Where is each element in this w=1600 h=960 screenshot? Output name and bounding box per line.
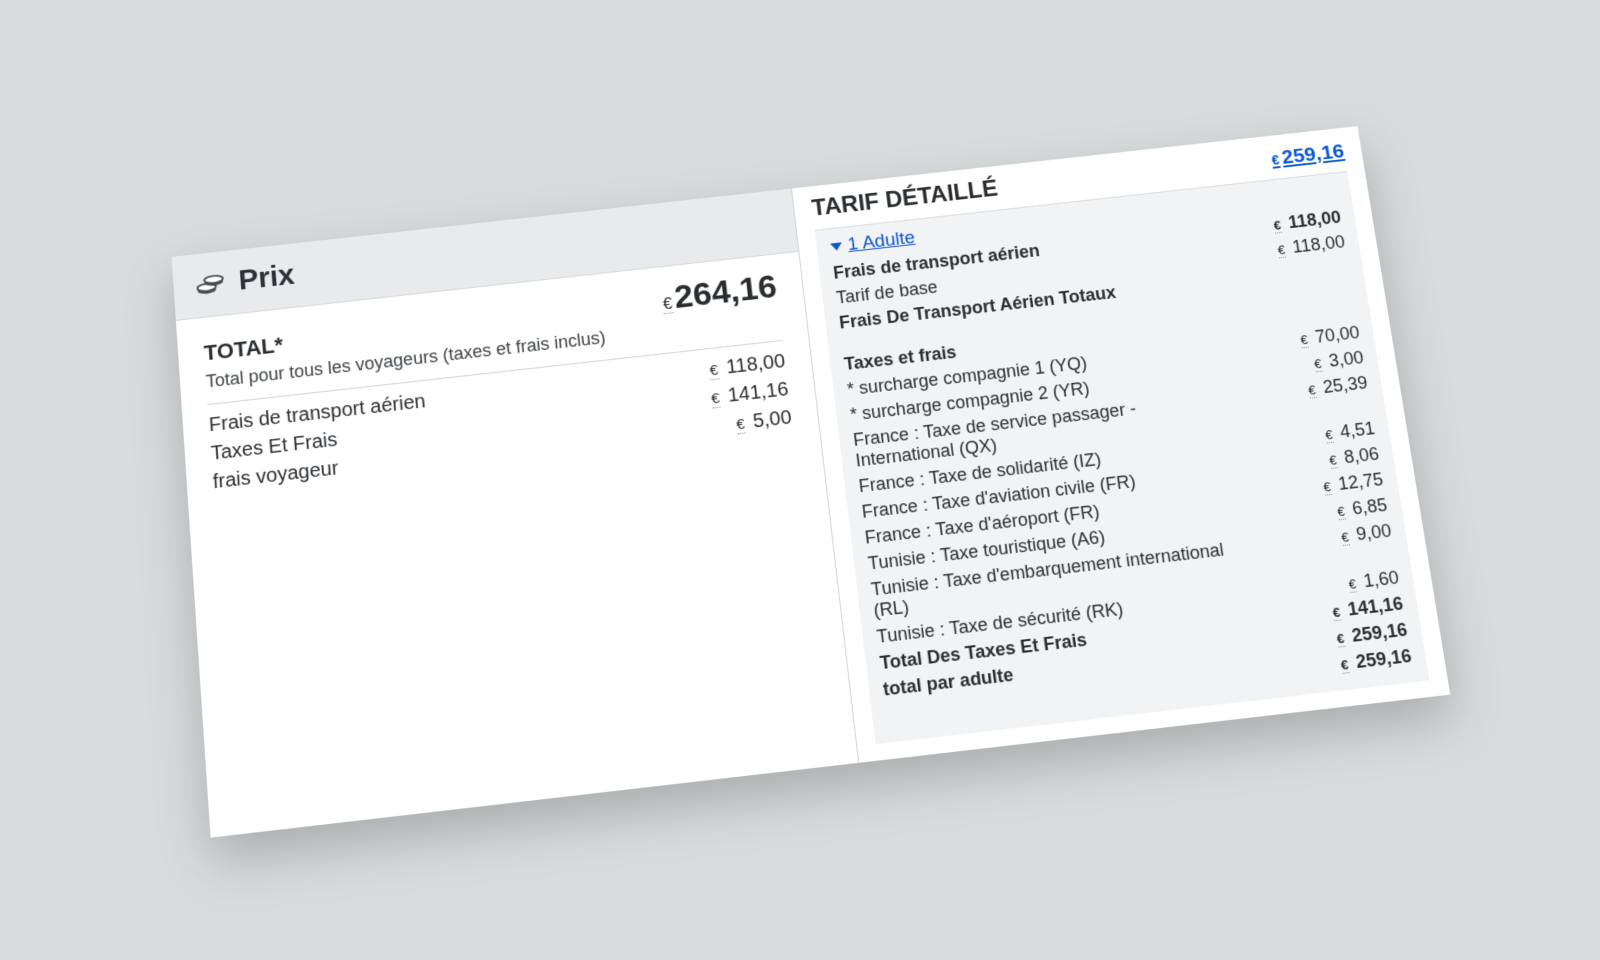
detail-line-amount: € 259,16 xyxy=(1335,619,1409,648)
summary-line-amount: € 141,16 xyxy=(710,379,790,410)
detail-line-amount: € 118,00 xyxy=(1276,232,1346,259)
detail-line-amount: € 70,00 xyxy=(1299,322,1361,349)
price-card: Prix TOTAL* €264,16 Total pour tous les … xyxy=(172,126,1451,837)
detail-column: TARIF DÉTAILLÉ €259,16 1 Adulte Frais de… xyxy=(792,126,1450,763)
detail-line-amount: € 25,39 xyxy=(1307,373,1373,420)
detail-line-amount: € 8,06 xyxy=(1328,444,1381,470)
detail-line-amount: € 141,16 xyxy=(1331,593,1405,622)
detail-body: 1 Adulte Frais de transport aérien€ 118,… xyxy=(814,171,1429,744)
detail-line-amount: € 3,00 xyxy=(1312,348,1365,374)
summary-title: Prix xyxy=(238,259,296,298)
passenger-link[interactable]: 1 Adulte xyxy=(847,228,917,256)
detail-grand-link[interactable]: €259,16 xyxy=(1270,140,1346,170)
summary-line-amount: € 5,00 xyxy=(735,407,793,436)
chevron-down-icon xyxy=(830,242,843,251)
detail-line-amount: € 9,00 xyxy=(1340,521,1397,568)
detail-line-label xyxy=(885,706,888,727)
detail-line-amount: € 118,00 xyxy=(1272,207,1342,234)
summary-line-amount: € 118,00 xyxy=(708,350,786,381)
coins-icon xyxy=(194,268,226,300)
detail-line-amount: € 4,51 xyxy=(1324,418,1377,444)
detail-line-amount: € 12,75 xyxy=(1322,469,1385,496)
total-label: TOTAL* xyxy=(203,332,284,366)
detail-line-amount: € 1,60 xyxy=(1347,567,1400,594)
detail-line-amount: € 6,85 xyxy=(1336,495,1389,521)
detail-line-amount: € 259,16 xyxy=(1339,646,1413,675)
summary-column: Prix TOTAL* €264,16 Total pour tous les … xyxy=(172,189,859,838)
